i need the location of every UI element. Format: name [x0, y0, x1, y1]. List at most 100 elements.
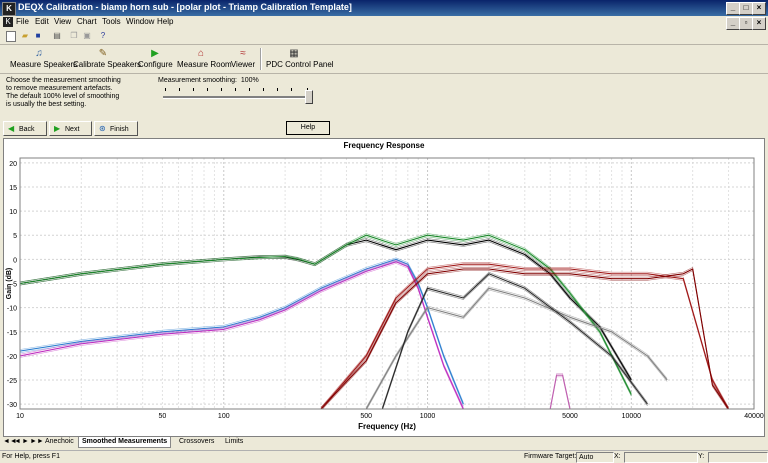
open-folder-icon[interactable]: ▰ [20, 31, 30, 41]
status-bar: For Help, press F1 Firmware Target: Auto… [0, 450, 768, 463]
y-tick-label: -20 [7, 354, 17, 361]
menu-edit[interactable]: Edit [35, 17, 49, 26]
series-line-3-trace [20, 260, 464, 406]
measure-speakers-button[interactable]: ♫ Measure Speakers [10, 47, 77, 72]
x-tick-label: 500 [360, 413, 372, 420]
x-tick-label: 10 [16, 413, 24, 420]
x-coordinate-label: X: [614, 453, 621, 460]
menu-chart[interactable]: Chart [77, 17, 97, 26]
measure-room-button[interactable]: ⌂ Measure Room [177, 47, 232, 72]
menu-tools[interactable]: Tools [102, 17, 121, 26]
speaker-icon: ♫ [35, 48, 43, 59]
viewer-button[interactable]: ≈ Viewer [230, 47, 256, 72]
minimize-icon[interactable]: _ [726, 2, 740, 15]
app-icon[interactable]: K [2, 2, 16, 16]
x-tick-label: 40000 [744, 413, 764, 420]
y-tick-label: -25 [7, 378, 17, 385]
slider-tick [263, 88, 264, 91]
title-bar: K DEQX Calibration - biamp horn sub - [p… [0, 0, 768, 16]
y-coordinate-box [708, 452, 768, 463]
play-icon: ▶ [151, 48, 159, 59]
x-tick-label: 10000 [622, 413, 642, 420]
viewer-icon: ≈ [240, 48, 246, 59]
slider-tick [207, 88, 208, 91]
y-tick-label: -15 [7, 330, 17, 337]
y-tick-label: 15 [9, 185, 17, 192]
room-icon: ⌂ [197, 48, 205, 59]
y-tick-label: 20 [9, 161, 17, 168]
frequency-response-chart[interactable]: 20151050-5-10-15-20-25-3010 50 100 500 1000 5… [4, 139, 764, 436]
maximize-icon[interactable]: □ [739, 2, 753, 15]
close-icon[interactable]: × [752, 2, 766, 15]
menu-window[interactable]: Window [126, 17, 154, 26]
x-axis-label: Frequency (Hz) [358, 422, 416, 431]
menu-bar: K File Edit View Chart Tools Window Help… [0, 16, 768, 30]
smoothing-slider-thumb[interactable] [305, 90, 313, 104]
slider-tick [165, 88, 166, 91]
x-tick-label: 100 [218, 413, 230, 420]
tab-anechoic[interactable]: Anechoic [42, 437, 77, 447]
series-line-4-trace [20, 263, 464, 409]
slider-tick [291, 88, 292, 91]
x-tick-label: 5000 [562, 413, 578, 420]
series-line-4-trace [20, 259, 464, 408]
instructions-text: Choose the measurement smoothing to remo… [6, 77, 121, 108]
slider-tick [193, 88, 194, 91]
y-tick-label: -30 [7, 402, 17, 409]
y-tick-label: -10 [7, 306, 17, 313]
back-button[interactable]: ◀ Back [3, 121, 47, 136]
frequency-response-panel: Frequency Response 20 15 10 5 0 -5 -10 -15 -20 -2… [3, 138, 765, 437]
control-panel-icon: ▦ [289, 48, 299, 59]
x-coordinate-box [624, 452, 698, 463]
toolbar-separator [260, 48, 262, 70]
help-button[interactable]: Help [286, 121, 330, 135]
menu-help[interactable]: Help [157, 17, 173, 26]
new-file-icon[interactable] [6, 31, 16, 42]
help-pointer-icon[interactable]: ? [98, 31, 108, 41]
wizard-toolbar: ♫ Measure Speakers ✎ Calibrate Speakers … [0, 45, 768, 74]
calibrate-icon: ✎ [98, 48, 108, 59]
menu-view[interactable]: View [54, 17, 71, 26]
slider-tick [249, 88, 250, 91]
y-coordinate-label: Y: [698, 453, 705, 460]
status-help-text: For Help, press F1 [2, 453, 60, 460]
document-icon[interactable]: K [3, 17, 13, 27]
y-tick-label: 0 [13, 257, 17, 264]
menu-file[interactable]: File [16, 17, 29, 26]
slider-tick [277, 88, 278, 91]
smoothing-label: Measurement smoothing: 100% [158, 77, 259, 84]
standard-toolbar: ▰ ■ ▤ ❐ ▣ ? [0, 29, 768, 45]
next-button[interactable]: ▶ Next [49, 121, 92, 136]
y-tick-label: 10 [9, 209, 17, 216]
tab-smoothed-measurements[interactable]: Smoothed Measurements [78, 437, 172, 448]
tab-bar: ◄◄ ◄ ► ►► Anechoic Smoothed Measurements… [0, 437, 768, 448]
finish-button[interactable]: ⊛ Finish [94, 121, 138, 136]
smoothing-slider-track[interactable] [163, 96, 309, 99]
slider-tick [179, 88, 180, 91]
smoothing-value: 100% [240, 77, 259, 84]
x-tick-label: 50 [159, 413, 167, 420]
slider-tick [235, 88, 236, 91]
paste-icon[interactable]: ▣ [82, 31, 92, 41]
pdc-control-panel-button[interactable]: ▦ PDC Control Panel [266, 47, 334, 72]
y-axis-label: Gain (dB) [6, 268, 13, 300]
calibrate-speakers-button[interactable]: ✎ Calibrate Speakers [73, 47, 141, 72]
configure-button[interactable]: ▶ Configure [138, 47, 173, 72]
x-tick-label: 1000 [420, 413, 436, 420]
next-arrow-icon: ▶ [54, 124, 61, 133]
save-icon[interactable]: ■ [33, 31, 43, 41]
firmware-target-label: Firmware Target: [524, 453, 577, 460]
tab-prev-icon[interactable]: ◄ [14, 437, 21, 447]
tab-crossovers[interactable]: Crossovers [176, 437, 217, 447]
slider-tick [221, 88, 222, 91]
back-arrow-icon: ◀ [8, 124, 15, 133]
copy-icon[interactable]: ❐ [69, 31, 79, 41]
y-tick-label: 5 [13, 233, 17, 240]
tab-next-icon[interactable]: ► [22, 437, 29, 447]
firmware-target-value: Auto [576, 452, 614, 463]
print-icon[interactable]: ▤ [52, 31, 62, 41]
window-title: DEQX Calibration - biamp horn sub - [pol… [18, 2, 352, 12]
series-line-3-trace [20, 257, 464, 403]
tab-limits[interactable]: Limits [222, 437, 246, 447]
finish-icon: ⊛ [99, 124, 106, 133]
